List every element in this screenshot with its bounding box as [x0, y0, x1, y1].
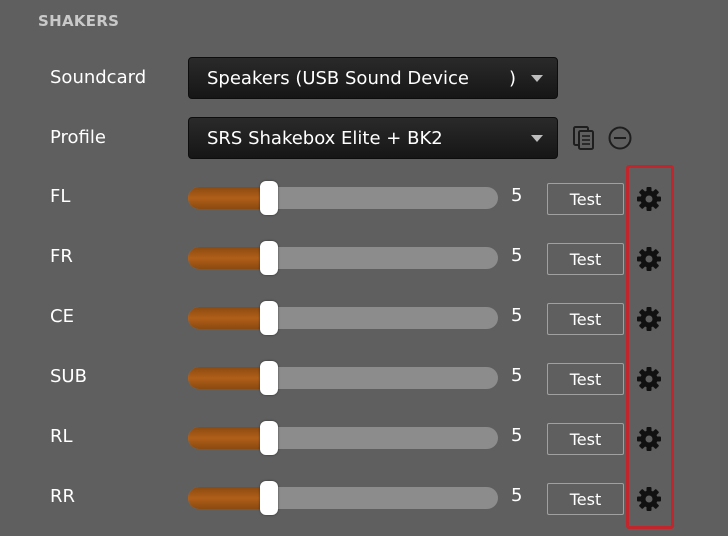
gear-column-highlight	[626, 165, 674, 529]
slider-thumb[interactable]	[259, 181, 278, 215]
profile-select[interactable]: SRS Shakebox Elite + BK2	[188, 117, 558, 159]
section-title: SHAKERS	[38, 12, 120, 30]
channel-row-sub: SUB 5 Test	[0, 358, 728, 398]
volume-value: 5	[511, 245, 523, 266]
volume-slider[interactable]	[188, 361, 498, 395]
volume-slider[interactable]	[188, 421, 498, 455]
volume-value: 5	[511, 485, 523, 506]
slider-fill	[188, 367, 269, 389]
volume-slider[interactable]	[188, 481, 498, 515]
channel-label: FL	[50, 186, 71, 207]
soundcard-select[interactable]: Speakers (USB Sound Device )	[188, 57, 558, 99]
volume-slider[interactable]	[188, 181, 498, 215]
test-button[interactable]: Test	[547, 363, 624, 395]
channel-row-ce: CE 5 Test	[0, 298, 728, 338]
chevron-down-icon	[531, 75, 543, 82]
slider-fill	[188, 247, 269, 269]
slider-thumb[interactable]	[259, 241, 278, 275]
test-button[interactable]: Test	[547, 303, 624, 335]
channel-label: SUB	[50, 366, 87, 387]
channel-row-rr: RR 5 Test	[0, 478, 728, 518]
copy-document-icon[interactable]	[572, 125, 596, 151]
slider-fill	[188, 427, 269, 449]
test-button[interactable]: Test	[547, 483, 624, 515]
volume-value: 5	[511, 365, 523, 386]
slider-fill	[188, 307, 269, 329]
channel-label: CE	[50, 306, 74, 327]
channel-row-rl: RL 5 Test	[0, 418, 728, 458]
slider-thumb[interactable]	[259, 361, 278, 395]
soundcard-label: Soundcard	[50, 67, 147, 88]
slider-thumb[interactable]	[259, 301, 278, 335]
test-button[interactable]: Test	[547, 183, 624, 215]
test-button[interactable]: Test	[547, 243, 624, 275]
channel-row-fr: FR 5 Test	[0, 238, 728, 278]
profile-label: Profile	[50, 127, 106, 148]
volume-value: 5	[511, 305, 523, 326]
volume-value: 5	[511, 185, 523, 206]
volume-slider[interactable]	[188, 241, 498, 275]
slider-thumb[interactable]	[259, 481, 278, 515]
slider-fill	[188, 187, 269, 209]
profile-value: SRS Shakebox Elite + BK2	[207, 127, 443, 149]
slider-fill	[188, 487, 269, 509]
channel-label: RL	[50, 426, 73, 447]
slider-thumb[interactable]	[259, 421, 278, 455]
chevron-down-icon	[531, 135, 543, 142]
channel-row-fl: FL 5 Test	[0, 178, 728, 218]
minus-circle-icon[interactable]	[608, 126, 632, 150]
test-button[interactable]: Test	[547, 423, 624, 455]
channel-label: RR	[50, 486, 76, 507]
volume-slider[interactable]	[188, 301, 498, 335]
soundcard-value: Speakers (USB Sound Device )	[207, 67, 517, 89]
channel-label: FR	[50, 246, 73, 267]
volume-value: 5	[511, 425, 523, 446]
